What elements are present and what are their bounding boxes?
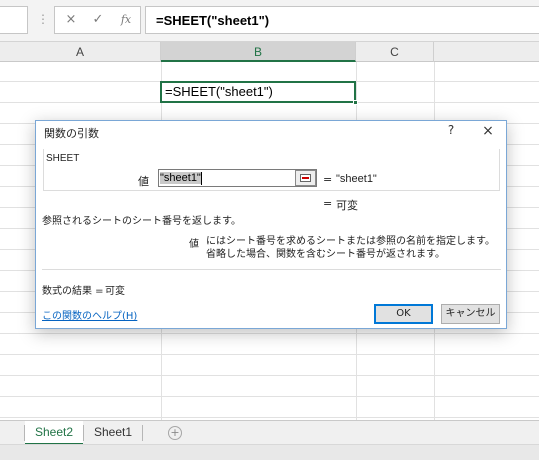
cancel-formula-icon[interactable]: × — [61, 12, 81, 28]
enter-formula-icon[interactable]: ✓ — [88, 12, 108, 28]
name-box[interactable] — [0, 6, 28, 34]
formula-buttons: × ✓ fx — [54, 6, 141, 34]
cancel-button[interactable]: キャンセル — [441, 304, 500, 324]
function-description: 参照されるシートのシート番号を返します。 — [42, 216, 241, 227]
ok-button[interactable]: OK — [374, 304, 433, 324]
argument-description: にはシート番号を求めるシートまたは参照の名前を指定します。省略した場合、関数を含… — [206, 236, 495, 260]
function-result-value: 可変 — [336, 199, 358, 212]
argument-label: 値 — [138, 175, 149, 188]
function-arguments-dialog: 関数の引数 ? × SHEET 値 "sheet1" = "sheet1" = … — [35, 120, 507, 329]
active-cell[interactable]: =SHEET("sheet1") — [160, 81, 358, 105]
column-header-c[interactable]: C — [356, 42, 434, 62]
add-sheet-icon[interactable]: + — [168, 426, 182, 440]
active-cell-value: =SHEET("sheet1") — [165, 84, 273, 99]
result-equals: = — [323, 197, 333, 210]
function-help-link[interactable]: この関数のヘルプ(H) — [42, 307, 137, 322]
argument-equals: = — [323, 173, 333, 186]
formula-result-label: 数式の結果 = — [42, 286, 104, 297]
formula-bar: ⋮ × ✓ fx =SHEET("sheet1") — [0, 0, 539, 42]
argument-evaluated-value: "sheet1" — [336, 173, 377, 185]
horizontal-scrollbar[interactable] — [0, 444, 539, 460]
function-name: SHEET — [46, 153, 80, 164]
column-header-a[interactable]: A — [0, 42, 161, 62]
close-icon[interactable]: × — [477, 123, 499, 139]
help-icon[interactable]: ? — [441, 123, 461, 139]
insert-function-icon[interactable]: fx — [116, 12, 136, 28]
column-header-b[interactable]: B — [161, 42, 356, 62]
divider — [42, 269, 501, 270]
column-header-d[interactable] — [434, 42, 539, 62]
argument-description-name: 値 — [189, 239, 199, 250]
fill-handle[interactable] — [353, 100, 358, 105]
column-headers: A B C — [0, 42, 539, 62]
formula-result-value: 可変 — [105, 286, 125, 297]
value-argument-input[interactable]: "sheet1" — [158, 169, 317, 187]
dialog-title: 関数の引数 — [44, 127, 99, 140]
sheet-tab-sheet1[interactable]: Sheet1 — [84, 421, 142, 445]
sheet-tab-sheet2[interactable]: Sheet2 — [25, 421, 83, 445]
collapse-dialog-button[interactable] — [295, 170, 316, 186]
more-icon[interactable]: ⋮ — [37, 12, 49, 26]
formula-input[interactable]: =SHEET("sheet1") — [145, 6, 539, 34]
